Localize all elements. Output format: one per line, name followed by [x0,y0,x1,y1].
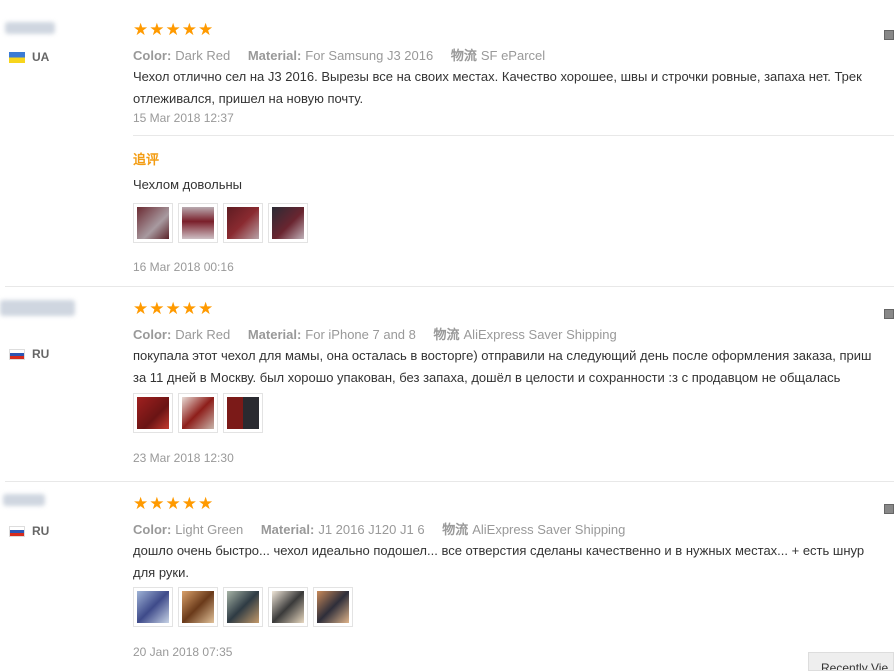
review-text-line: для руки. [133,565,189,580]
review-photo[interactable] [313,587,353,627]
star-icon: ★ [198,299,214,318]
country-code: UA [32,50,50,64]
material-value: For Samsung J3 2016 [305,48,434,63]
star-icon: ★ [198,20,214,39]
star-icon: ★ [149,299,165,318]
country-code: RU [32,524,50,538]
review-text-line: отлеживался, пришел на новую почту. [133,91,364,106]
rating-stars: ★ ★ ★ ★ ★ [133,494,214,513]
star-icon: ★ [149,494,165,513]
review-divider [5,286,894,287]
star-icon: ★ [133,20,149,39]
review-divider [5,481,894,482]
flag-ru-icon [9,348,25,360]
material-label: Material: [247,48,302,63]
avatar [0,300,75,316]
review-text-line: покупала этот чехол для мамы, она остала… [133,348,872,363]
review-photo[interactable] [178,203,218,243]
star-icon: ★ [165,494,181,513]
material-label: Material: [247,327,302,342]
color-value: Light Green [175,522,244,537]
sku-attributes: Color: Dark Red Material: For Samsung J3 2… [133,45,545,64]
review-photo[interactable] [223,393,263,433]
review-photo[interactable] [268,587,308,627]
shipping-value: AliExpress Saver Shipping [463,327,617,342]
review-photo[interactable] [178,393,218,433]
country-code: RU [32,347,50,361]
star-icon: ★ [133,494,149,513]
review-photo[interactable] [133,203,173,243]
review-text-line: Чехол отлично сел на J3 2016. Вырезы все… [133,69,862,84]
report-flag-icon[interactable] [884,309,894,319]
shipping-value: AliExpress Saver Shipping [472,522,626,537]
review-photo[interactable] [223,203,263,243]
review-text: дошло очень быстро... чехол идеально под… [133,540,894,584]
followup-photos [133,203,308,243]
avatar [5,22,55,34]
followup-date: 16 Mar 2018 00:16 [133,260,234,274]
shipping-label: 物流 [433,327,460,342]
country: UA [9,50,49,64]
star-icon: ★ [181,20,197,39]
review-photo[interactable] [178,587,218,627]
shipping-value: SF eParcel [480,48,546,63]
shipping-label: 物流 [450,48,477,63]
report-flag-icon[interactable] [884,504,894,514]
review-date: 15 Mar 2018 12:37 [133,111,234,125]
color-label: Color: [133,48,172,63]
sku-attributes: Color: Dark Red Material: For iPhone 7 and… [133,324,617,343]
rating-stars: ★ ★ ★ ★ ★ [133,299,214,318]
star-icon: ★ [149,20,165,39]
shipping-label: 物流 [442,522,469,537]
color-label: Color: [133,522,172,537]
review-photos [133,587,353,627]
review-text: Чехол отлично сел на J3 2016. Вырезы все… [133,66,894,110]
review-text-line: за 11 дней в Москву. был хорошо упакован… [133,370,841,385]
review-photo[interactable] [268,203,308,243]
sku-attributes: Color: Light Green Material: J1 2016 J120 … [133,519,625,538]
star-icon: ★ [181,299,197,318]
material-value: J1 2016 J120 J1 6 [318,522,425,537]
review-text-line: дошло очень быстро... чехол идеально под… [133,543,865,558]
star-icon: ★ [165,20,181,39]
material-value: For iPhone 7 and 8 [305,327,416,342]
followup-text: Чехлом довольны [133,177,243,192]
star-icon: ★ [198,494,214,513]
review-photos [133,393,263,433]
followup-divider [133,135,894,136]
color-label: Color: [133,327,172,342]
review-photo[interactable] [223,587,263,627]
color-value: Dark Red [175,48,231,63]
rating-stars: ★ ★ ★ ★ ★ [133,20,214,39]
flag-ua-icon [9,51,25,63]
recently-viewed-tab[interactable]: Recently Vie [808,652,894,671]
review-text: покупала этот чехол для мамы, она остала… [133,345,894,389]
review-date: 23 Mar 2018 12:30 [133,451,234,465]
report-flag-icon[interactable] [884,30,894,40]
star-icon: ★ [165,299,181,318]
review-date: 20 Jan 2018 07:35 [133,645,233,659]
material-label: Material: [260,522,315,537]
country: RU [9,347,49,361]
flag-ru-icon [9,525,25,537]
followup-label: 追评 [133,152,160,167]
star-icon: ★ [133,299,149,318]
star-icon: ★ [181,494,197,513]
review-photo[interactable] [133,393,173,433]
review-photo[interactable] [133,587,173,627]
color-value: Dark Red [175,327,231,342]
avatar [3,494,45,506]
country: RU [9,524,49,538]
